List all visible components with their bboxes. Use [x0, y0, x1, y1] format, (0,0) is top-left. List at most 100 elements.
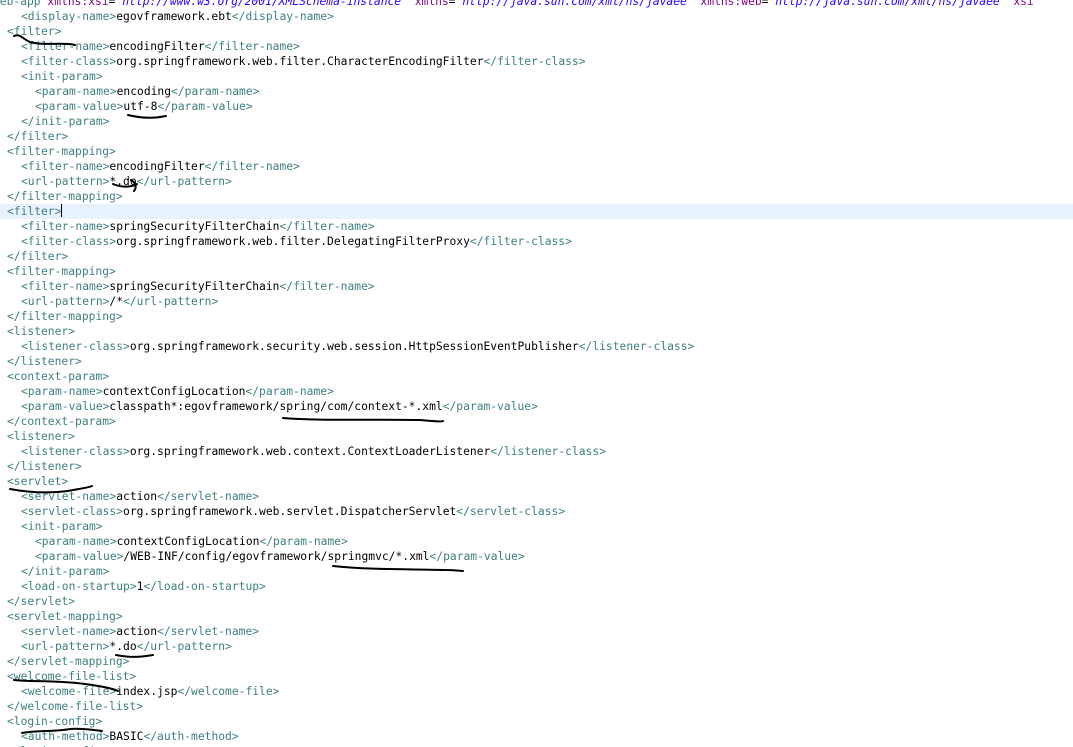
code-line[interactable]: <servlet-name>action</servlet-name>	[0, 489, 1073, 504]
xml-text-value: *.do	[109, 640, 137, 653]
xml-open-tag: <param-name>	[21, 385, 103, 398]
code-line[interactable]: <listener>	[0, 324, 1073, 339]
xml-open-tag: <welcome-file>	[21, 685, 117, 698]
xml-text-value: contextConfigLocation	[102, 385, 246, 398]
code-line[interactable]: <url-pattern>/*</url-pattern>	[0, 294, 1073, 309]
code-line[interactable]: <login-config>	[0, 714, 1073, 729]
xml-open-tag: <filter-mapping>	[7, 265, 116, 278]
code-line[interactable]: <init-param>	[0, 519, 1073, 534]
code-line[interactable]: <auth-method>BASIC</auth-method>	[0, 729, 1073, 744]
xml-open-tag: </listener>	[7, 355, 82, 368]
code-line[interactable]: <listener-class>org.springframework.secu…	[0, 339, 1073, 354]
code-line[interactable]: </listener>	[0, 459, 1073, 474]
xml-open-tag: <param-name>	[35, 535, 117, 548]
code-line[interactable]: <context-param>	[0, 369, 1073, 384]
xml-open-tag: <context-param>	[7, 370, 110, 383]
xml-open-tag: </context-param>	[7, 415, 116, 428]
xml-open-tag: <filter-name>	[21, 280, 110, 293]
xml-source-editor[interactable]: web-app xmlns:xsi="http://www.w3.org/200…	[0, 0, 1073, 747]
code-line[interactable]: <param-name>contextConfigLocation</param…	[0, 534, 1073, 549]
xml-open-tag: <login-config>	[7, 715, 103, 728]
code-line[interactable]: <param-value>classpath*:egovframework/sp…	[0, 399, 1073, 414]
code-line[interactable]: <servlet>	[0, 474, 1073, 489]
xml-open-tag: </filter-mapping>	[7, 310, 123, 323]
code-line[interactable]: <filter-class>org.springframework.web.fi…	[0, 54, 1073, 69]
xml-open-tag: <url-pattern>	[21, 640, 110, 653]
code-line[interactable]: <display-name>egovframework.ebt</display…	[0, 9, 1073, 24]
code-line[interactable]: <load-on-startup>1</load-on-startup>	[0, 579, 1073, 594]
xml-open-tag: </filter-mapping>	[7, 190, 123, 203]
xml-open-tag: <welcome-file-list>	[7, 670, 137, 683]
code-line[interactable]: <param-name>encoding</param-name>	[0, 84, 1073, 99]
attribute-name: xsi	[1013, 0, 1034, 8]
code-line[interactable]: <welcome-file>index.jsp</welcome-file>	[0, 684, 1073, 699]
code-line[interactable]: <filter-name>springSecurityFilterChain</…	[0, 279, 1073, 294]
code-line[interactable]: <filter-class>org.springframework.web.fi…	[0, 234, 1073, 249]
code-line[interactable]: </context-param>	[0, 414, 1073, 429]
code-line[interactable]: <filter>	[0, 204, 1073, 219]
code-line[interactable]: <filter-name>encodingFilter</filter-name…	[0, 39, 1073, 54]
code-line[interactable]: <url-pattern>*.do</url-pattern>	[0, 174, 1073, 189]
code-line[interactable]: </init-param>	[0, 564, 1073, 579]
xml-text-value: *.do	[109, 175, 137, 188]
xml-close-tag: </servlet-class>	[456, 505, 566, 518]
code-line[interactable]: <servlet-mapping>	[0, 609, 1073, 624]
xml-text-value: springSecurityFilterChain	[109, 220, 280, 233]
code-line[interactable]: <listener>	[0, 429, 1073, 444]
xml-open-tag: </filter>	[7, 250, 69, 263]
code-line[interactable]: <filter-mapping>	[0, 264, 1073, 279]
xml-open-tag: <servlet-mapping>	[7, 610, 123, 623]
code-line[interactable]: <filter-name>springSecurityFilterChain</…	[0, 219, 1073, 234]
xml-close-tag: </servlet-name>	[157, 490, 260, 503]
code-line[interactable]: </filter>	[0, 129, 1073, 144]
code-line[interactable]: <param-value>/WEB-INF/config/egovframewo…	[0, 549, 1073, 564]
code-line[interactable]: </servlet-mapping>	[0, 654, 1073, 669]
xml-close-tag: </servlet-name>	[157, 625, 260, 638]
code-line[interactable]: </welcome-file-list>	[0, 699, 1073, 714]
xml-close-tag: </listener-class>	[578, 340, 695, 353]
code-line[interactable]: <param-value>utf-8</param-value>	[0, 99, 1073, 114]
code-line[interactable]: </listener>	[0, 354, 1073, 369]
xml-open-tag: <filter-name>	[21, 40, 110, 53]
code-line[interactable]: <init-param>	[0, 69, 1073, 84]
xml-text-value: action	[116, 625, 158, 638]
xml-open-tag: <url-pattern>	[21, 295, 110, 308]
code-line[interactable]: </filter-mapping>	[0, 189, 1073, 204]
code-line[interactable]: <filter>	[0, 24, 1073, 39]
code-line[interactable]: <url-pattern>*.do</url-pattern>	[0, 639, 1073, 654]
xml-open-tag: <param-value>	[21, 400, 110, 413]
code-line[interactable]: </filter>	[0, 249, 1073, 264]
code-line[interactable]: </init-param>	[0, 114, 1073, 129]
attribute-name: xmlns	[414, 0, 449, 8]
code-line[interactable]: <filter-mapping>	[0, 144, 1073, 159]
xml-close-tag: </param-value>	[442, 400, 538, 413]
xml-close-tag: </filter-name>	[279, 280, 375, 293]
code-line[interactable]: </filter-mapping>	[0, 309, 1073, 324]
xml-text-value: index.jsp	[116, 685, 178, 698]
xml-open-tag: <servlet>	[7, 475, 69, 488]
code-line[interactable]: <servlet-class>org.springframework.web.s…	[0, 504, 1073, 519]
xml-open-tag: <filter>	[7, 205, 62, 218]
xml-open-tag: <filter-class>	[21, 235, 117, 248]
xml-open-tag: <param-value>	[35, 100, 124, 113]
xml-open-tag: <filter>	[7, 25, 62, 38]
xml-text-value: org.springframework.web.filter.Character…	[116, 55, 484, 68]
code-line[interactable]: <filter-name>encodingFilter</filter-name…	[0, 159, 1073, 174]
xml-open-tag: <filter-name>	[21, 160, 110, 173]
attribute-value: "http://java.sun.com/xml/ns/javaee"	[455, 0, 694, 8]
code-line[interactable]: <listener-class>org.springframework.web.…	[0, 444, 1073, 459]
attribute-name: xmlns:web	[700, 0, 762, 8]
xml-text-value: encoding	[116, 85, 172, 98]
xml-close-tag: </welcome-file>	[177, 685, 280, 698]
xml-close-tag: </param-value>	[429, 550, 525, 563]
code-line[interactable]: <welcome-file-list>	[0, 669, 1073, 684]
code-line[interactable]: web-app xmlns:xsi="http://www.w3.org/200…	[0, 0, 1059, 9]
xml-open-tag: <servlet-name>	[21, 625, 117, 638]
code-line[interactable]: <servlet-name>action</servlet-name>	[0, 624, 1073, 639]
code-line[interactable]: </servlet>	[0, 594, 1073, 609]
xml-close-tag: </filter-name>	[279, 220, 375, 233]
xml-close-tag: </auth-method>	[143, 730, 239, 743]
xml-open-tag: <filter-class>	[21, 55, 117, 68]
code-line[interactable]: <param-name>contextConfigLocation</param…	[0, 384, 1073, 399]
attribute-value: "http://java.sun.com/xml/ns/javaee"	[768, 0, 1007, 8]
